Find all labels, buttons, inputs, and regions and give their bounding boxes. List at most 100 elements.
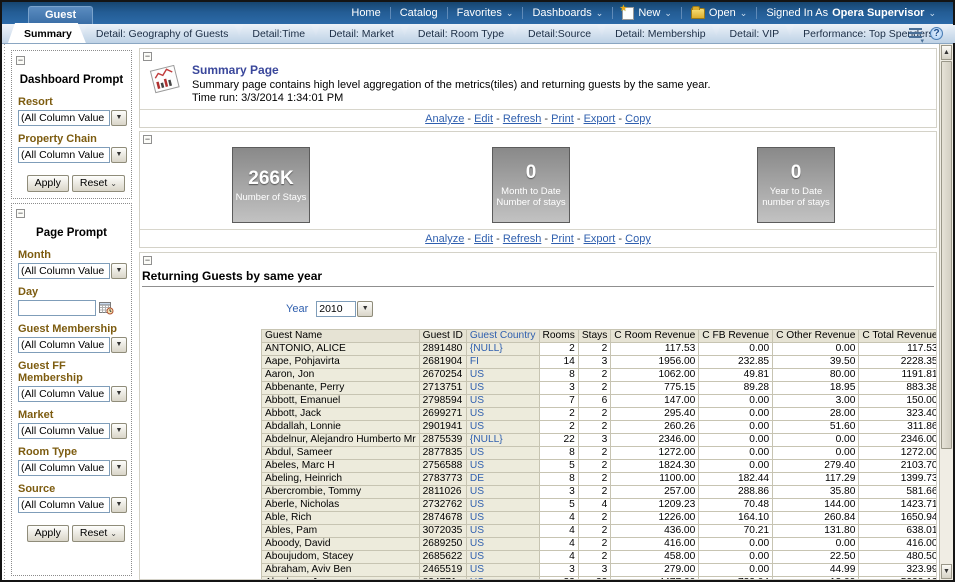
column-header-c-total-revenue[interactable]: C Total Revenue	[859, 330, 937, 343]
tile-value: 266K	[248, 168, 293, 190]
page-reset-button[interactable]: Reset⌄	[72, 525, 125, 542]
cell[interactable]: US	[466, 551, 539, 564]
tab-detail-membership[interactable]: Detail: Membership	[599, 25, 719, 43]
tab-detail-market[interactable]: Detail: Market	[313, 25, 408, 43]
tab-detail-source[interactable]: Detail:Source	[512, 25, 605, 43]
cell[interactable]: {NULL}	[466, 434, 539, 447]
column-header-guest-id[interactable]: Guest ID	[419, 330, 466, 343]
cell[interactable]: US	[466, 486, 539, 499]
cell[interactable]: US	[466, 447, 539, 460]
link-edit[interactable]: Edit	[474, 113, 493, 125]
cell[interactable]: US	[466, 525, 539, 538]
link-print[interactable]: Print	[551, 113, 574, 125]
column-header-c-other-revenue[interactable]: C Other Revenue	[773, 330, 859, 343]
cell[interactable]: {NULL}	[466, 343, 539, 356]
dashboard-workspace-tab[interactable]: Guest	[28, 6, 93, 24]
cell[interactable]: US	[466, 512, 539, 525]
column-header-c-fb-revenue[interactable]: C FB Revenue	[699, 330, 773, 343]
day-input[interactable]	[18, 300, 96, 316]
source-select[interactable]: (All Column Value▼	[18, 497, 127, 513]
dashboard-prompt-title: Dashboard Prompt	[16, 74, 127, 86]
scroll-down-icon[interactable]: ▼	[941, 564, 952, 579]
month-select-value: (All Column Value	[18, 263, 110, 279]
cell[interactable]: US	[466, 577, 539, 581]
guest-ff-membership-select[interactable]: (All Column Value▼	[18, 386, 127, 402]
dropdown-arrow-icon[interactable]: ▼	[111, 337, 127, 353]
link-export[interactable]: Export	[584, 113, 616, 125]
month-select[interactable]: (All Column Value▼	[18, 263, 127, 279]
vertical-scrollbar[interactable]: ▲ ▼	[939, 44, 953, 580]
link-edit[interactable]: Edit	[474, 233, 493, 245]
dropdown-arrow-icon[interactable]: ▼	[111, 460, 127, 476]
dropdown-arrow-icon[interactable]: ▼	[111, 263, 127, 279]
dropdown-arrow-icon[interactable]: ▼	[357, 301, 373, 317]
collapse-icon[interactable]: −	[143, 256, 152, 265]
market-select[interactable]: (All Column Value▼	[18, 423, 127, 439]
cell: 1650.94	[859, 512, 937, 525]
dashboard-apply-button[interactable]: Apply	[27, 175, 69, 192]
cell[interactable]: US	[466, 499, 539, 512]
link-refresh[interactable]: Refresh	[503, 233, 542, 245]
tab-detail-geography-of-guests[interactable]: Detail: Geography of Guests	[80, 25, 243, 43]
dropdown-arrow-icon[interactable]: ▼	[111, 110, 127, 126]
link-analyze[interactable]: Analyze	[425, 233, 464, 245]
cell[interactable]: US	[466, 382, 539, 395]
help-icon[interactable]: ?	[930, 27, 943, 40]
collapse-icon[interactable]: −	[143, 52, 152, 61]
scroll-up-icon[interactable]: ▲	[941, 45, 952, 60]
dropdown-arrow-icon[interactable]: ▼	[111, 147, 127, 163]
year-select[interactable]: 2010▼	[316, 301, 373, 317]
cell[interactable]: US	[466, 538, 539, 551]
signed-in-user-menu[interactable]: Signed In AsOpera Supervisor⌄	[757, 7, 945, 19]
scrollbar-thumb[interactable]	[941, 61, 952, 449]
cell[interactable]: DE	[466, 473, 539, 486]
link-analyze[interactable]: Analyze	[425, 113, 464, 125]
nav-favorites[interactable]: Favorites⌄	[448, 7, 523, 19]
tile-ytd-stays: 0 Year to Datenumber of stays	[757, 147, 835, 223]
cell[interactable]: US	[466, 564, 539, 577]
resort-select[interactable]: (All Column Value▼	[18, 110, 127, 126]
dropdown-arrow-icon[interactable]: ▼	[111, 386, 127, 402]
cell[interactable]: FI	[466, 356, 539, 369]
nav-home[interactable]: Home	[342, 7, 389, 19]
page-apply-button[interactable]: Apply	[27, 525, 69, 542]
dropdown-arrow-icon[interactable]: ▼	[111, 497, 127, 513]
column-header-guest-country[interactable]: Guest Country	[466, 330, 539, 343]
link-copy[interactable]: Copy	[625, 113, 651, 125]
cell[interactable]: US	[466, 369, 539, 382]
collapse-icon[interactable]: −	[143, 135, 152, 144]
tile-label: Number of Stays	[236, 192, 307, 203]
collapse-icon[interactable]: −	[16, 209, 25, 218]
cell[interactable]: US	[466, 460, 539, 473]
column-header-guest-name[interactable]: Guest Name	[262, 330, 420, 343]
tab-detail-time[interactable]: Detail:Time	[236, 25, 319, 43]
tab-detail-room-type[interactable]: Detail: Room Type	[402, 25, 518, 43]
property-chain-select[interactable]: (All Column Value▼	[18, 147, 127, 163]
cell[interactable]: US	[466, 395, 539, 408]
cell[interactable]: US	[466, 421, 539, 434]
link-copy[interactable]: Copy	[625, 233, 651, 245]
cell[interactable]: US	[466, 408, 539, 421]
table-row: Abeling, Heinrich2783773DE821100.00182.4…	[262, 473, 938, 486]
tab-detail-vip[interactable]: Detail: VIP	[714, 25, 794, 43]
column-header-stays[interactable]: Stays	[578, 330, 610, 343]
dashboard-reset-button[interactable]: Reset⌄	[72, 175, 125, 192]
tab-summary[interactable]: Summary	[8, 23, 86, 43]
nav-open[interactable]: Open⌄	[682, 7, 756, 19]
link-refresh[interactable]: Refresh	[503, 113, 542, 125]
nav-new[interactable]: New⌄	[613, 7, 681, 20]
room-type-select[interactable]: (All Column Value▼	[18, 460, 127, 476]
nav-catalog[interactable]: Catalog	[391, 7, 447, 19]
page-options-icon[interactable]	[909, 28, 922, 39]
column-header-c-room-revenue[interactable]: C Room Revenue	[611, 330, 699, 343]
collapse-icon[interactable]: −	[16, 56, 25, 65]
tile-value: 0	[526, 162, 537, 184]
nav-dashboards[interactable]: Dashboards⌄	[523, 7, 612, 19]
dropdown-arrow-icon[interactable]: ▼	[111, 423, 127, 439]
link-print[interactable]: Print	[551, 233, 574, 245]
link-export[interactable]: Export	[584, 233, 616, 245]
column-header-rooms[interactable]: Rooms	[539, 330, 578, 343]
guest-membership-select[interactable]: (All Column Value▼	[18, 337, 127, 353]
calendar-icon[interactable]	[99, 301, 114, 315]
cell: 0.00	[699, 551, 773, 564]
